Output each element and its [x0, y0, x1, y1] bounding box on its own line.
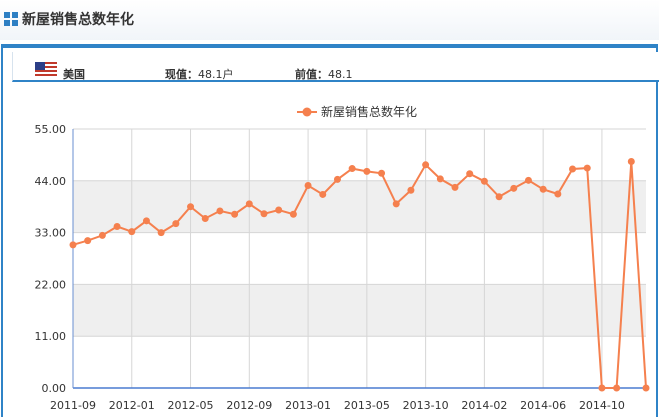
x-tick-label: 2014-10	[579, 399, 625, 412]
data-point	[201, 214, 209, 222]
data-point	[613, 384, 621, 392]
x-tick-label: 2012-05	[168, 399, 214, 412]
data-point	[363, 167, 371, 175]
y-tick-label: 33.00	[35, 227, 67, 240]
data-point	[172, 220, 180, 228]
line-chart: 0.00 11.00 22.00 33.00 44.00 55.00 2011-09 2012…	[35, 104, 650, 412]
data-point	[407, 186, 415, 194]
data-point	[554, 190, 562, 198]
data-point	[392, 200, 400, 208]
x-tick-label: 2012-09	[226, 399, 272, 412]
data-point	[348, 165, 356, 173]
legend-marker	[302, 107, 312, 117]
data-point	[260, 210, 268, 218]
data-point	[84, 237, 92, 245]
data-point	[142, 217, 150, 225]
data-point	[216, 207, 224, 215]
x-tick-label: 2013-05	[344, 399, 390, 412]
data-point	[289, 210, 297, 218]
data-point	[495, 193, 503, 201]
x-tick-label: 2014-06	[520, 399, 566, 412]
data-point	[245, 200, 253, 208]
data-point	[69, 241, 77, 249]
plot-band	[73, 284, 646, 337]
x-tick-label: 2013-01	[285, 399, 331, 412]
data-point	[304, 182, 312, 190]
data-point	[98, 231, 106, 239]
data-point	[524, 176, 532, 184]
data-point	[113, 222, 121, 230]
data-point	[583, 164, 591, 172]
data-point	[466, 170, 474, 178]
x-tick-label: 2014-02	[461, 399, 507, 412]
x-tick-label: 2012-01	[109, 399, 155, 412]
x-tick-label: 2011-09	[50, 399, 96, 412]
data-point	[157, 229, 165, 237]
data-point	[436, 175, 444, 183]
data-point	[231, 210, 239, 218]
y-tick-label: 22.00	[35, 278, 67, 291]
y-tick-label: 0.00	[42, 382, 67, 395]
data-point	[378, 169, 386, 177]
y-tick-label: 55.00	[35, 123, 67, 136]
data-point	[319, 190, 327, 198]
data-point	[539, 185, 547, 193]
x-tick-label: 2013-10	[403, 399, 449, 412]
data-point	[333, 175, 341, 183]
data-point	[275, 206, 283, 214]
data-point	[598, 384, 606, 392]
data-point	[187, 203, 195, 211]
data-point	[569, 165, 577, 173]
data-point	[642, 384, 650, 392]
y-tick-label: 11.00	[35, 330, 67, 343]
y-tick-label: 44.00	[35, 175, 67, 188]
data-point	[480, 177, 488, 185]
data-point	[627, 157, 635, 165]
legend-label: 新屋销售总数年化	[321, 104, 417, 119]
data-point	[422, 161, 430, 169]
data-point	[510, 184, 518, 192]
data-point	[451, 183, 459, 191]
data-point	[128, 228, 136, 236]
